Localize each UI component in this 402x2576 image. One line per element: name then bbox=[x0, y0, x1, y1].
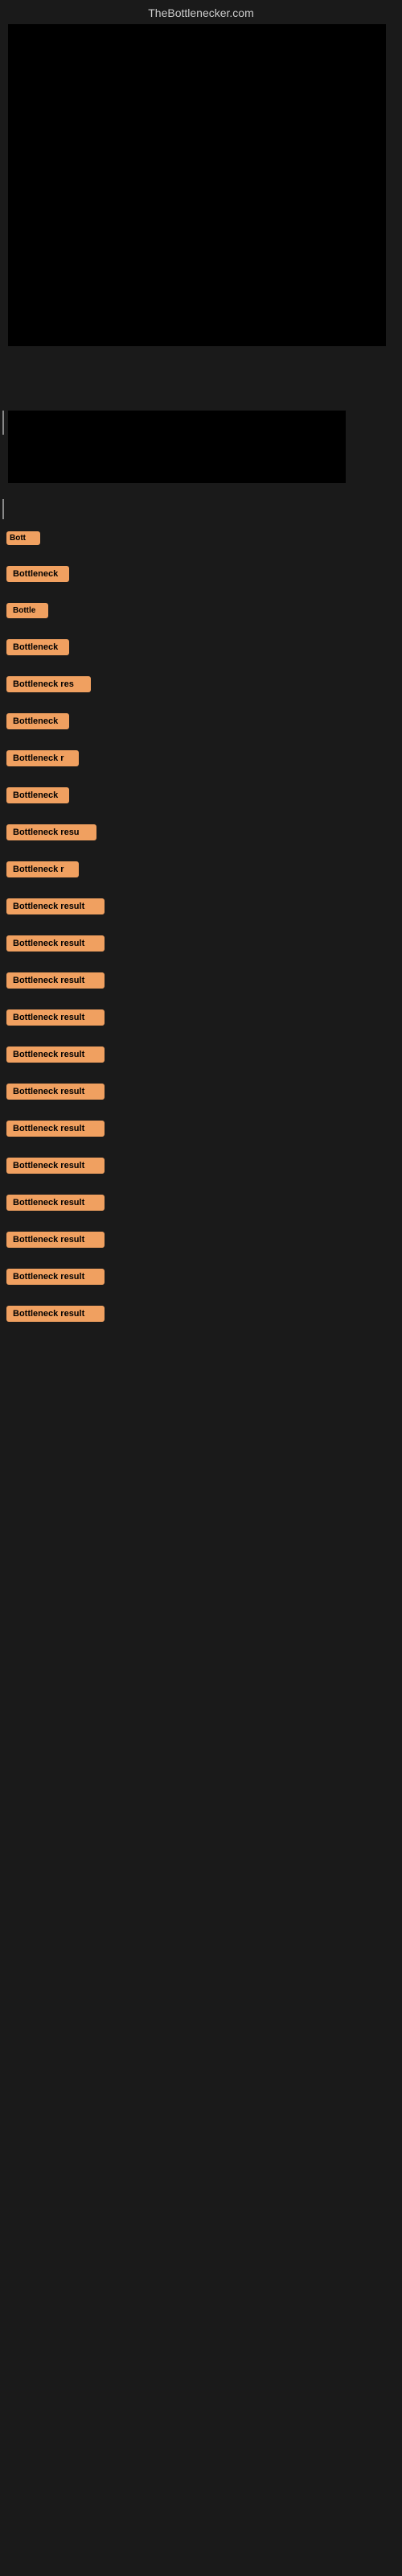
result-item-17: Bottleneck result bbox=[6, 1121, 105, 1137]
result-badge-5: Bottleneck res bbox=[6, 676, 91, 692]
result-item-9: Bottleneck resu bbox=[6, 824, 105, 840]
result-badge-15: Bottleneck result bbox=[6, 1046, 105, 1063]
result-badge-2: Bottleneck bbox=[6, 566, 69, 582]
result-item-8: Bottleneck bbox=[6, 787, 105, 803]
result-item-6: Bottleneck bbox=[6, 713, 105, 729]
result-badge-19: Bottleneck result bbox=[6, 1195, 105, 1211]
result-item-15: Bottleneck result bbox=[6, 1046, 105, 1063]
chart-area-top bbox=[8, 24, 386, 346]
result-badge-1: Bott bbox=[6, 531, 40, 545]
result-item-1: Bott bbox=[6, 531, 105, 545]
result-badge-9: Bottleneck resu bbox=[6, 824, 96, 840]
result-badge-10: Bottleneck r bbox=[6, 861, 79, 877]
result-badge-6: Bottleneck bbox=[6, 713, 69, 729]
result-badge-18: Bottleneck result bbox=[6, 1158, 105, 1174]
result-item-22: Bottleneck result bbox=[6, 1306, 105, 1322]
result-badge-22: Bottleneck result bbox=[6, 1306, 105, 1322]
site-title: TheBottlenecker.com bbox=[148, 6, 254, 19]
results-container: Bott Bottleneck Bottle Bottleneck Bottle… bbox=[6, 531, 105, 1331]
result-badge-17: Bottleneck result bbox=[6, 1121, 105, 1137]
result-badge-11: Bottleneck result bbox=[6, 898, 105, 914]
result-item-20: Bottleneck result bbox=[6, 1232, 105, 1248]
left-indicator-bar-1 bbox=[2, 411, 4, 435]
result-item-4: Bottleneck bbox=[6, 639, 105, 655]
result-badge-12: Bottleneck result bbox=[6, 935, 105, 952]
result-item-21: Bottleneck result bbox=[6, 1269, 105, 1285]
result-item-7: Bottleneck r bbox=[6, 750, 105, 766]
result-item-13: Bottleneck result bbox=[6, 972, 105, 989]
chart-area-mid bbox=[8, 411, 346, 483]
result-badge-20: Bottleneck result bbox=[6, 1232, 105, 1248]
result-badge-16: Bottleneck result bbox=[6, 1084, 105, 1100]
result-badge-14: Bottleneck result bbox=[6, 1009, 105, 1026]
left-indicator-bar-2 bbox=[2, 499, 4, 519]
result-item-19: Bottleneck result bbox=[6, 1195, 105, 1211]
result-item-14: Bottleneck result bbox=[6, 1009, 105, 1026]
result-badge-21: Bottleneck result bbox=[6, 1269, 105, 1285]
result-badge-7: Bottleneck r bbox=[6, 750, 79, 766]
result-badge-13: Bottleneck result bbox=[6, 972, 105, 989]
result-item-5: Bottleneck res bbox=[6, 676, 105, 692]
result-item-10: Bottleneck r bbox=[6, 861, 105, 877]
result-item-16: Bottleneck result bbox=[6, 1084, 105, 1100]
result-item-3: Bottle bbox=[6, 603, 105, 618]
spacer-section bbox=[0, 354, 402, 411]
result-item-12: Bottleneck result bbox=[6, 935, 105, 952]
result-item-2: Bottleneck bbox=[6, 566, 105, 582]
result-item-11: Bottleneck result bbox=[6, 898, 105, 914]
result-badge-8: Bottleneck bbox=[6, 787, 69, 803]
result-badge-3: Bottle bbox=[6, 603, 48, 618]
result-badge-4: Bottleneck bbox=[6, 639, 69, 655]
result-item-18: Bottleneck result bbox=[6, 1158, 105, 1174]
